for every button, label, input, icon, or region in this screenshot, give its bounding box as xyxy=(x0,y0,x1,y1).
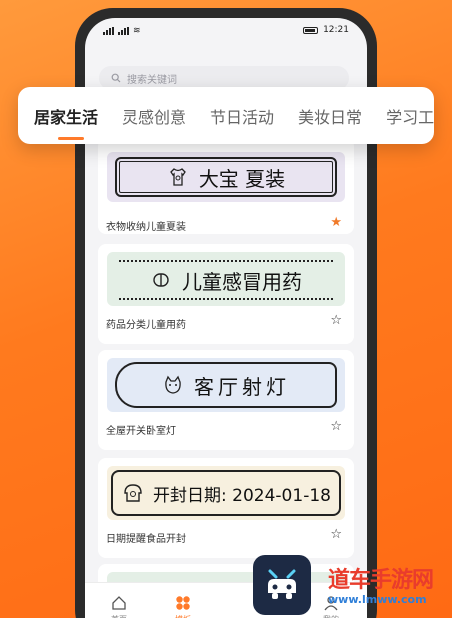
battery-icon xyxy=(303,26,319,34)
tape-text: 大宝 夏装 xyxy=(198,166,286,191)
template-card[interactable]: 儿童感冒用药 药品分类儿童用药 ☆ xyxy=(98,244,354,344)
clock: 12:21 xyxy=(323,25,349,35)
favorite-star-icon[interactable]: ☆ xyxy=(330,420,342,433)
search-icon xyxy=(111,73,121,83)
tab-holiday[interactable]: 节日活动 xyxy=(210,104,274,128)
nav-item-template[interactable]: 模板 xyxy=(163,595,203,618)
tape-text: 客厅射灯 xyxy=(194,374,290,399)
template-thumbnail: 大宝 夏装 xyxy=(107,152,345,202)
watermark-logo xyxy=(253,555,311,615)
signal-icon xyxy=(103,27,114,35)
tape-text: 儿童感冒用药 xyxy=(182,269,302,294)
status-bar: ≋ 12:21 xyxy=(85,18,367,44)
favorite-star-icon[interactable]: ☆ xyxy=(330,528,342,541)
template-label: 药品分类儿童用药 xyxy=(106,320,186,331)
tab-inspiration[interactable]: 灵感创意 xyxy=(122,104,186,128)
bread-icon xyxy=(124,484,142,502)
watermark: 道车手游网 www.lmww.com xyxy=(328,568,434,606)
category-tabs: 居家生活 灵感创意 节日活动 美妆日常 学习工 xyxy=(18,87,434,144)
template-card[interactable]: 客厅射灯 全屋开关卧室灯 ☆ xyxy=(98,350,354,450)
template-card[interactable]: 开封日期: 2024-01-18 日期提醒食品开封 ☆ xyxy=(98,458,354,558)
tab-home-life[interactable]: 居家生活 xyxy=(34,104,98,140)
tab-study[interactable]: 学习工 xyxy=(386,104,434,128)
template-thumbnail: 开封日期: 2024-01-18 xyxy=(107,466,345,520)
template-card[interactable]: 大宝 夏装 衣物收纳儿童夏装 ★ xyxy=(98,138,354,234)
favorite-star-icon[interactable]: ☆ xyxy=(330,314,342,327)
search-placeholder: 搜索关键词 xyxy=(127,74,177,86)
template-thumbnail: 儿童感冒用药 xyxy=(107,252,345,306)
shirt-icon xyxy=(169,168,186,186)
car-logo-icon xyxy=(268,569,296,599)
cat-face-icon xyxy=(165,375,181,394)
template-thumbnail: 客厅射灯 xyxy=(107,358,345,412)
wifi-icon: ≋ xyxy=(133,26,141,36)
tab-makeup[interactable]: 美妆日常 xyxy=(298,104,362,128)
watermark-url: www.lmww.com xyxy=(328,593,427,606)
favorite-star-icon[interactable]: ★ xyxy=(330,216,342,229)
signal-icon xyxy=(118,27,129,35)
template-grid-icon xyxy=(176,596,190,610)
watermark-text: 道车手游网 xyxy=(328,568,434,593)
template-label: 日期提醒食品开封 xyxy=(106,534,186,545)
nav-item-home[interactable]: 首页 xyxy=(99,595,139,618)
template-label: 全屋开关卧室灯 xyxy=(106,426,176,437)
bottom-nav: 首页 模板 我的 xyxy=(85,582,367,618)
template-label: 衣物收纳儿童夏装 xyxy=(106,222,186,233)
tape-text: 开封日期: 2024-01-18 xyxy=(153,485,331,506)
pill-icon xyxy=(153,273,169,287)
home-icon xyxy=(112,596,126,610)
